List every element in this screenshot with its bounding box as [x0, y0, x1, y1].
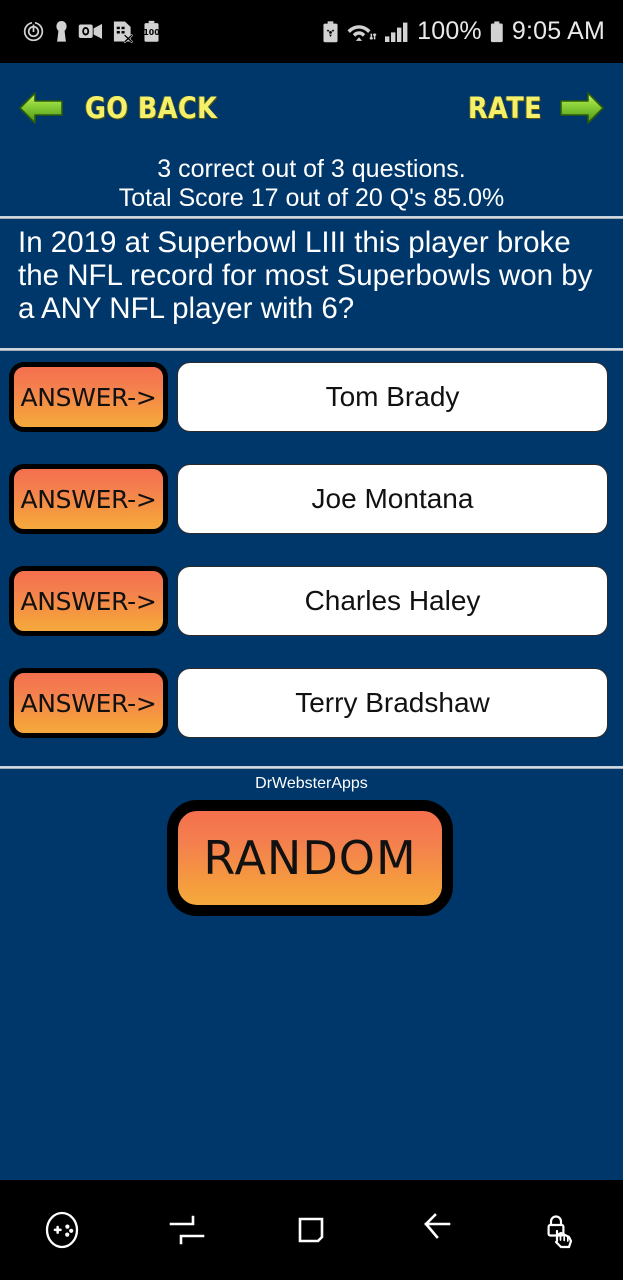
home-icon: [299, 1217, 324, 1243]
battery-100-badge-icon: 100: [143, 20, 160, 42]
svg-text:100: 100: [143, 28, 160, 37]
answer-option-3[interactable]: Charles Haley: [177, 566, 608, 636]
game-launcher-icon: [46, 1211, 79, 1249]
answer-button-label: ANSWER->: [20, 688, 157, 718]
question-text: In 2019 at Superbowl LIII this player br…: [18, 226, 593, 325]
answer-button-label: ANSWER->: [20, 586, 157, 616]
left-arrow-icon: [19, 92, 63, 124]
status-bar-left-icons: 100: [22, 20, 161, 43]
clock-label: 9:05 AM: [511, 17, 605, 45]
answer-option-2[interactable]: Joe Montana: [177, 464, 608, 534]
score-summary: 3 correct out of 3 questions. Total Scor…: [0, 155, 623, 213]
divider-above-footer: [0, 766, 623, 769]
alarm-icon: [23, 20, 44, 42]
status-bar-right-icons: 100% 9:05 AM: [321, 17, 605, 46]
answer-option-text: Joe Montana: [311, 483, 474, 514]
screen-pin-lock-button[interactable]: [498, 1209, 623, 1251]
switch-windows-icon: [169, 1215, 205, 1245]
score-total-line: Total Score 17 out of 20 Q's 85.0%: [118, 184, 505, 212]
answer-button-3[interactable]: ANSWER->: [9, 566, 168, 636]
keyhole-icon: [56, 20, 67, 42]
answer-button-2[interactable]: ANSWER->: [9, 464, 168, 534]
home-button[interactable]: [249, 1210, 374, 1250]
battery-saver-icon: [323, 20, 338, 42]
switch-windows-button[interactable]: [125, 1210, 250, 1250]
answer-button-4[interactable]: ANSWER->: [9, 668, 168, 738]
system-navigation-bar: [0, 1180, 623, 1280]
rate-label: RATE: [467, 91, 542, 125]
wifi-icon: [347, 24, 377, 41]
sim-card-error-icon: [113, 21, 133, 43]
divider-below-question: [0, 348, 623, 351]
answer-option-text: Terry Bradshaw: [295, 687, 490, 718]
answer-option-text: Charles Haley: [304, 585, 481, 616]
answer-list: ANSWER-> Tom Brady ANSWER-> Joe Montana …: [0, 356, 623, 764]
game-launcher-button[interactable]: [0, 1209, 125, 1251]
answer-option-1[interactable]: Tom Brady: [177, 362, 608, 432]
divider-above-question: [0, 216, 623, 219]
rate-button[interactable]: RATE: [463, 86, 605, 130]
answer-option-4[interactable]: Terry Bradshaw: [177, 668, 608, 738]
battery-icon: [490, 20, 503, 42]
random-button[interactable]: RANDOM: [167, 800, 453, 916]
answer-button-label: ANSWER->: [20, 484, 157, 514]
brand-label: DrWebsterApps: [255, 775, 368, 792]
top-navigation-bar: GO BACK RATE: [0, 63, 623, 153]
app-screen: 100 100% 9:05 AM GO BACK RATE 3 correct …: [0, 0, 623, 1280]
random-button-label: RANDOM: [203, 831, 417, 885]
answer-row: ANSWER-> Terry Bradshaw: [0, 662, 623, 764]
battery-percent-label: 100%: [417, 17, 482, 45]
answer-button-label: ANSWER->: [20, 382, 157, 412]
cellular-signal-icon: [385, 22, 408, 42]
outlook-video-icon: [78, 23, 103, 39]
right-arrow-icon: [560, 92, 604, 124]
answer-row: ANSWER-> Charles Haley: [0, 560, 623, 662]
screen-pin-lock-icon: [547, 1215, 572, 1249]
answer-row: ANSWER-> Tom Brady: [0, 356, 623, 458]
answer-button-1[interactable]: ANSWER->: [9, 362, 168, 432]
go-back-label: GO BACK: [85, 91, 218, 125]
go-back-button[interactable]: GO BACK: [18, 86, 226, 130]
status-bar: 100 100% 9:05 AM: [0, 0, 623, 63]
back-icon: [424, 1213, 451, 1239]
back-button[interactable]: [374, 1210, 499, 1250]
score-correct-line: 3 correct out of 3 questions.: [157, 155, 466, 183]
answer-row: ANSWER-> Joe Montana: [0, 458, 623, 560]
answer-option-text: Tom Brady: [325, 381, 460, 412]
